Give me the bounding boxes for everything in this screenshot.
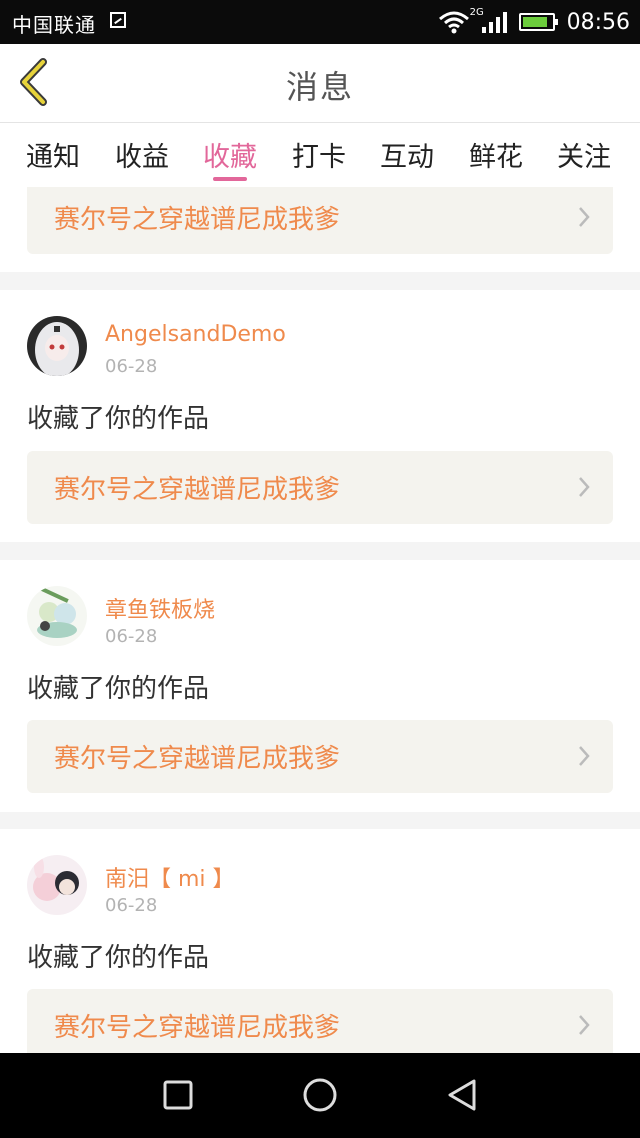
timestamp: 06-28 (105, 626, 158, 647)
circle-home-icon[interactable] (298, 1073, 342, 1117)
work-link[interactable]: 赛尔号之穿越谱尼成我爹 (27, 187, 613, 254)
tab-earnings[interactable]: 收益 (115, 135, 169, 174)
chevron-right-icon (579, 1015, 590, 1035)
clock: 08:56 (566, 9, 630, 35)
page-title: 消息 (285, 68, 354, 106)
triangle-back-icon[interactable] (440, 1073, 484, 1117)
list-item: 南汨【 mi 】 06-28 收藏了你的作品 赛尔号之穿越谱尼成我爹 (0, 829, 640, 1053)
network-type: 2G (469, 7, 484, 18)
list-item: 章鱼铁板烧 06-28 收藏了你的作品 赛尔号之穿越谱尼成我爹 (0, 560, 640, 812)
list-item: 赛尔号之穿越谱尼成我爹 (0, 187, 640, 272)
battery-icon (518, 13, 558, 31)
username[interactable]: AngelsandDemo (105, 322, 286, 347)
work-title: 赛尔号之穿越谱尼成我爹 (54, 475, 341, 505)
work-link[interactable]: 赛尔号之穿越谱尼成我爹 (27, 720, 613, 793)
tab-flowers[interactable]: 鲜花 (469, 135, 523, 174)
tab-interactions[interactable]: 互动 (380, 135, 434, 174)
work-link[interactable]: 赛尔号之穿越谱尼成我爹 (27, 989, 613, 1053)
chevron-right-icon (579, 477, 590, 497)
tab-following[interactable]: 关注 (557, 135, 611, 174)
chevron-right-icon (579, 746, 590, 766)
work-title: 赛尔号之穿越谱尼成我爹 (54, 205, 341, 235)
message-list: 赛尔号之穿越谱尼成我爹 AngelsandDemo 06-28 收藏了你的作品 … (0, 187, 640, 1053)
active-tab-indicator (213, 177, 247, 181)
wifi-icon (438, 11, 469, 34)
status-bar: 中国联通 2G 08:56 (0, 0, 640, 44)
avatar[interactable] (27, 316, 87, 376)
username[interactable]: 南汨【 mi 】 (105, 861, 235, 893)
action-text: 收藏了你的作品 (27, 404, 210, 434)
tab-favorites[interactable]: 收藏 (203, 135, 257, 174)
square-recents-icon[interactable] (156, 1073, 200, 1117)
list-item: AngelsandDemo 06-28 收藏了你的作品 赛尔号之穿越谱尼成我爹 (0, 290, 640, 542)
timestamp: 06-28 (105, 895, 158, 916)
avatar[interactable] (27, 586, 87, 646)
app-bar: 消息 (0, 44, 640, 123)
username[interactable]: 章鱼铁板烧 (105, 592, 215, 624)
action-text: 收藏了你的作品 (27, 674, 210, 704)
work-link[interactable]: 赛尔号之穿越谱尼成我爹 (27, 451, 613, 524)
work-title: 赛尔号之穿越谱尼成我爹 (54, 744, 341, 774)
tab-checkin[interactable]: 打卡 (292, 135, 346, 174)
action-text: 收藏了你的作品 (27, 943, 210, 973)
work-title: 赛尔号之穿越谱尼成我爹 (54, 1013, 341, 1043)
tab-notifications[interactable]: 通知 (26, 135, 80, 174)
chevron-right-icon (579, 207, 590, 227)
carrier-name: 中国联通 (12, 13, 96, 37)
cell-signal-icon: 2G (470, 7, 507, 33)
image-notification-icon (110, 12, 126, 28)
tab-bar: 通知 收益 收藏 打卡 互动 鲜花 关注 (0, 123, 640, 187)
timestamp: 06-28 (105, 356, 158, 377)
avatar[interactable] (27, 855, 87, 915)
system-nav-bar (0, 1053, 640, 1138)
